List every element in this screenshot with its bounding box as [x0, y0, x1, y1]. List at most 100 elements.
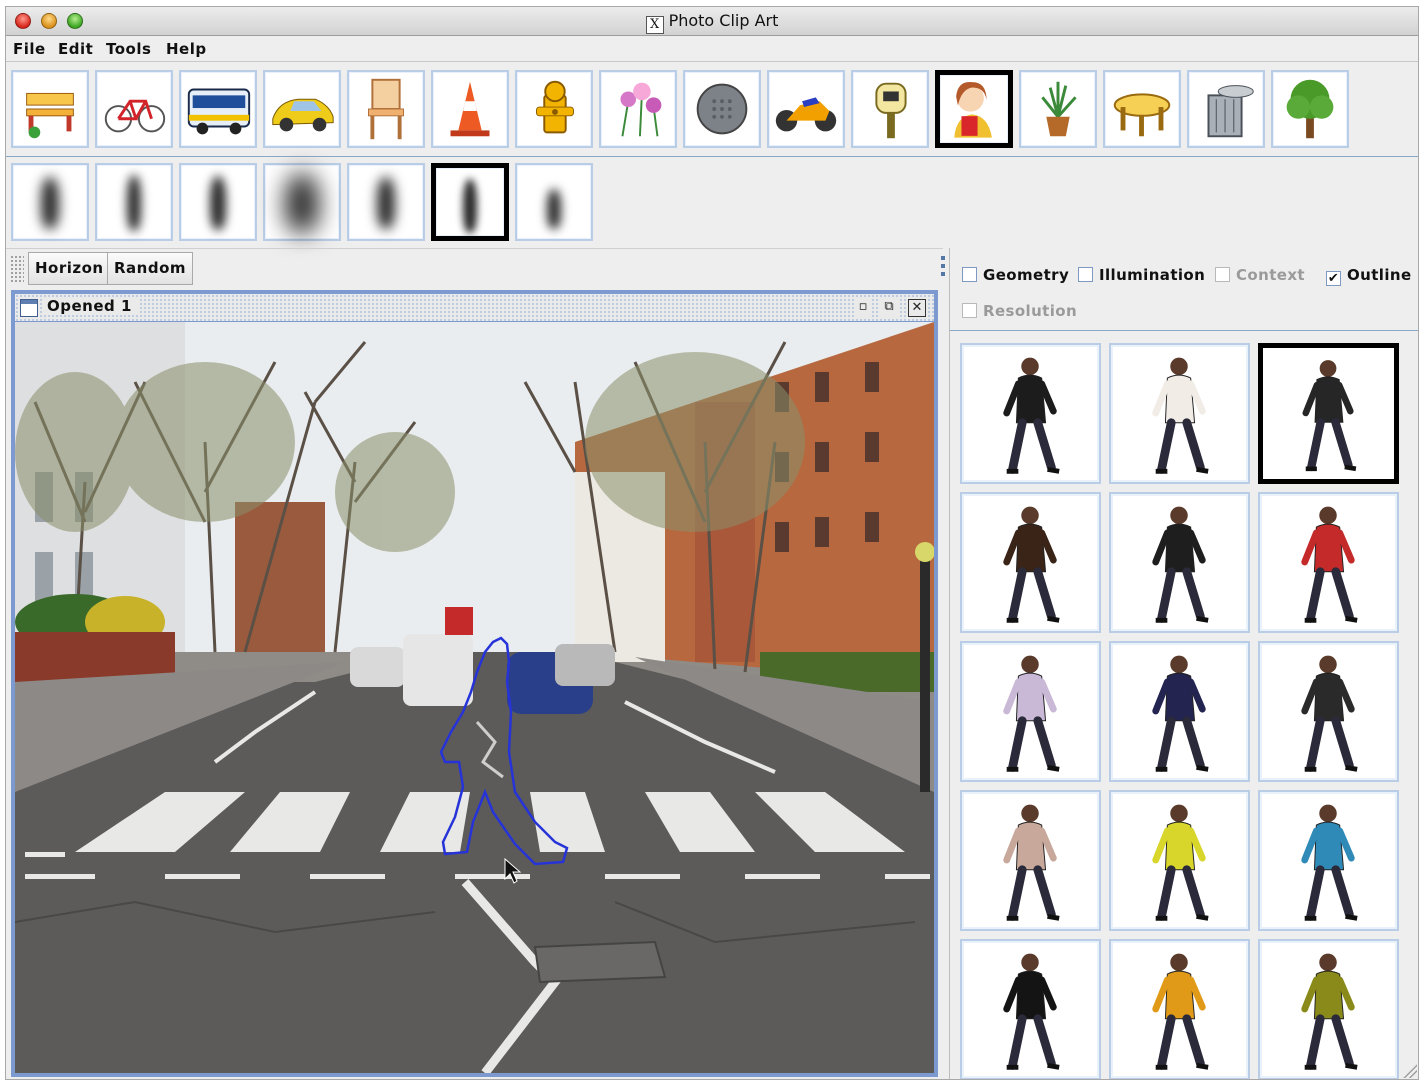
- illumination-checkbox[interactable]: Illumination: [1078, 266, 1205, 288]
- document-title: Opened 1: [43, 297, 140, 315]
- flowers-icon: [620, 82, 662, 137]
- person-figure: [1003, 804, 1060, 921]
- category-car[interactable]: [263, 70, 341, 148]
- horizon-button[interactable]: Horizon: [28, 252, 111, 285]
- street-scene: [15, 322, 934, 1073]
- geometry-checkbox[interactable]: Geometry: [962, 266, 1069, 288]
- retrieval-panel: Geometry Illumination Context ✔ Outline R…: [949, 248, 1418, 1079]
- chair-icon: [367, 78, 405, 140]
- category-tree[interactable]: [1271, 70, 1349, 148]
- category-bar: [6, 63, 1418, 157]
- result-person-white-outfit-walking[interactable]: [1109, 343, 1250, 484]
- category-table[interactable]: [1103, 70, 1181, 148]
- illumination-check-box[interactable]: [1078, 267, 1093, 282]
- document-frame: Opened 1 ▫ ⧉ ✕: [11, 290, 938, 1077]
- result-person-blue-top-walking[interactable]: [1258, 790, 1399, 931]
- close-icon[interactable]: ✕: [908, 299, 926, 317]
- category-chair[interactable]: [347, 70, 425, 148]
- person-figure: [1152, 506, 1209, 623]
- result-person-pink-skirt-walking[interactable]: [1258, 641, 1399, 782]
- silhouette-shape: [285, 173, 319, 233]
- category-bus[interactable]: [179, 70, 257, 148]
- result-person-floral-skirt-walking[interactable]: [1109, 492, 1250, 633]
- category-parking-meter[interactable]: [851, 70, 929, 148]
- category-person[interactable]: [935, 70, 1013, 148]
- result-person-dark-shirt-walking[interactable]: [1258, 343, 1399, 484]
- category-manhole-cover[interactable]: [683, 70, 761, 148]
- result-person-red-top-walking[interactable]: [1258, 492, 1399, 633]
- resize-grip[interactable]: [1403, 1064, 1417, 1078]
- silhouette-shape: [210, 176, 226, 230]
- traffic-cone-icon: [450, 81, 490, 137]
- context-check-box[interactable]: [1215, 267, 1230, 282]
- person-figure: [1003, 655, 1060, 772]
- person-figure: [1003, 953, 1060, 1070]
- category-trash-can[interactable]: [1187, 70, 1265, 148]
- motorcycle-icon: [775, 97, 837, 132]
- window-title: Photo Clip Art: [668, 11, 779, 30]
- result-person-orange-jacket-walking[interactable]: [1109, 939, 1250, 1079]
- parking-meter-icon: [875, 82, 907, 139]
- table-icon: [1113, 93, 1171, 137]
- result-person-crouching-olive-shirt[interactable]: [1258, 939, 1399, 1079]
- resolution-checkbox[interactable]: Resolution: [962, 302, 1077, 324]
- person-icon: [954, 81, 992, 138]
- result-person-leather-jacket-walking[interactable]: [960, 492, 1101, 633]
- menu-tools[interactable]: Tools: [106, 40, 151, 58]
- silhouette-option[interactable]: [515, 163, 593, 241]
- category-flowers[interactable]: [599, 70, 677, 148]
- silhouette-shape: [377, 177, 395, 229]
- resolution-check-box[interactable]: [962, 303, 977, 318]
- person-figure: [1152, 357, 1209, 474]
- person-figure: [1301, 953, 1358, 1070]
- menu-file[interactable]: File: [13, 40, 46, 58]
- result-person-lilac-shirt-jeans-walking[interactable]: [960, 641, 1101, 782]
- trash-can-icon: [1207, 85, 1254, 138]
- silhouette-shape: [127, 175, 141, 231]
- tree-icon: [1286, 79, 1334, 139]
- silhouette-shape: [547, 189, 561, 229]
- menu-bar: File Edit Tools Help: [6, 36, 1418, 62]
- result-person-navy-hoodie-walking[interactable]: [1109, 641, 1250, 782]
- bicycle-icon: [104, 99, 166, 133]
- silhouette-option[interactable]: [179, 163, 257, 241]
- random-button[interactable]: Random: [107, 252, 194, 285]
- category-potted-plant[interactable]: [1019, 70, 1097, 148]
- document-title-bar[interactable]: Opened 1 ▫ ⧉ ✕: [15, 294, 934, 322]
- maximize-icon[interactable]: ⧉: [880, 299, 898, 317]
- menu-edit[interactable]: Edit: [58, 40, 93, 58]
- context-checkbox[interactable]: Context: [1215, 266, 1305, 288]
- geometry-check-box[interactable]: [962, 267, 977, 282]
- menu-help[interactable]: Help: [166, 40, 207, 58]
- bench-icon: [26, 92, 74, 139]
- silhouette-bar: [6, 158, 1418, 246]
- person-figure: [1152, 655, 1209, 772]
- silhouette-option[interactable]: [11, 163, 89, 241]
- result-person-black-suit-walking[interactable]: [960, 939, 1101, 1079]
- category-fire-hydrant[interactable]: [515, 70, 593, 148]
- scene-photo[interactable]: [15, 322, 934, 1073]
- x11-icon: X: [645, 16, 664, 34]
- silhouette-option[interactable]: [263, 163, 341, 241]
- context-label: Context: [1236, 266, 1305, 284]
- result-person-dark-jacket-walking[interactable]: [960, 343, 1101, 484]
- pane-splitter[interactable]: [940, 250, 946, 290]
- outline-check-box[interactable]: ✔: [1326, 271, 1341, 286]
- results-grid: [960, 343, 1401, 1079]
- category-bicycle[interactable]: [95, 70, 173, 148]
- category-traffic-cone[interactable]: [431, 70, 509, 148]
- result-person-yellow-shirt-walking[interactable]: [1109, 790, 1250, 931]
- outline-checkbox[interactable]: ✔ Outline: [1326, 266, 1412, 288]
- person-figure: [1302, 360, 1357, 472]
- silhouette-option[interactable]: [347, 163, 425, 241]
- category-bench[interactable]: [11, 70, 89, 148]
- silhouette-shape: [463, 179, 477, 233]
- category-motorcycle[interactable]: [767, 70, 845, 148]
- toolbar-grip[interactable]: [10, 255, 24, 283]
- potted-plant-icon: [1041, 81, 1077, 137]
- silhouette-option[interactable]: [431, 163, 509, 241]
- silhouette-option[interactable]: [95, 163, 173, 241]
- restore-icon[interactable]: ▫: [854, 299, 872, 317]
- window-title-area: X Photo Clip Art: [6, 11, 1418, 34]
- result-person-beige-coat-walking[interactable]: [960, 790, 1101, 931]
